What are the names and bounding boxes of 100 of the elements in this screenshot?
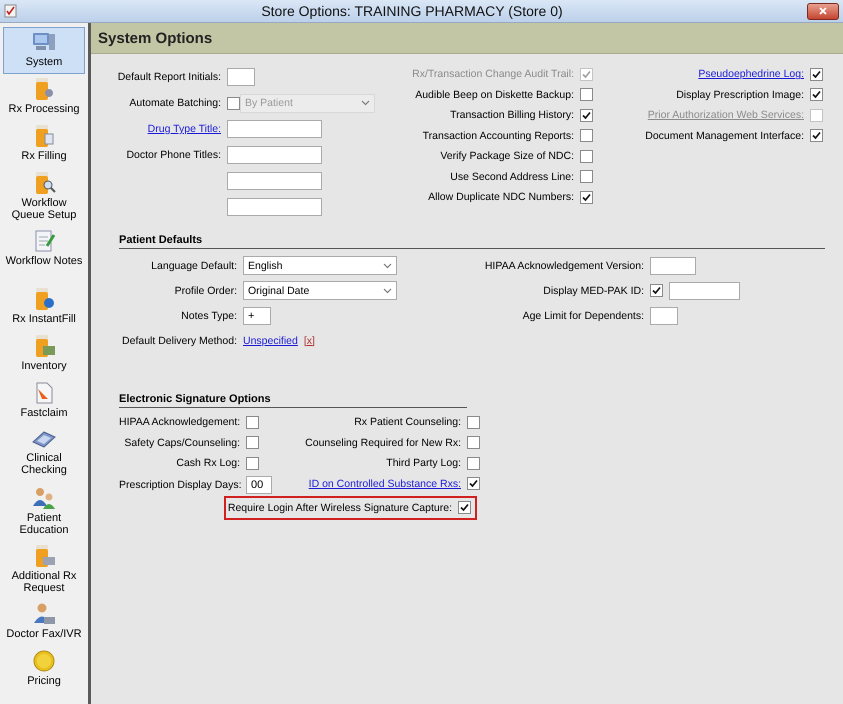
- sidebar-label: Pricing: [27, 675, 61, 687]
- clear-link[interactable]: [x]: [304, 334, 315, 346]
- checkbox[interactable]: [246, 456, 259, 470]
- text-field[interactable]: [227, 198, 322, 216]
- checkbox-label: Safety Caps/Counseling:: [123, 436, 241, 449]
- text-field[interactable]: [650, 256, 696, 274]
- checkbox-label: Rx/Transaction Change Audit Trail:: [411, 68, 575, 80]
- field-label: Automate Batching:: [128, 97, 222, 109]
- text-field[interactable]: [650, 306, 678, 324]
- field-label: Notes Type:: [180, 310, 238, 322]
- checkbox[interactable]: [810, 129, 823, 142]
- sidebar-item[interactable]: Rx Filling: [3, 121, 85, 168]
- section-heading: Electronic Signature Options: [119, 393, 271, 405]
- close-icon: [819, 7, 827, 15]
- sidebar-item[interactable]: Workflow Queue Setup: [3, 168, 85, 226]
- sidebar-label: Clinical Checking: [20, 452, 68, 476]
- field-label: Default Report Initials:: [116, 71, 222, 83]
- sidebar-item[interactable]: Doctor Fax/IVR: [3, 599, 85, 646]
- checkbox[interactable]: [227, 96, 240, 110]
- checkbox-label: Document Management Interface:: [644, 130, 805, 142]
- field-label: Prescription Display Days:: [119, 478, 243, 490]
- checkbox-label: Display Prescription Image:: [675, 88, 805, 101]
- checkbox[interactable]: [467, 416, 480, 429]
- section-title: System Options: [98, 30, 212, 46]
- checkbox[interactable]: [580, 170, 593, 184]
- sidebar-label: Rx Filling: [21, 150, 67, 162]
- checkbox-label: Cash Rx Log:: [175, 457, 241, 470]
- checkbox-label: Transaction Accounting Reports:: [422, 130, 575, 142]
- sidebar-label: System: [26, 56, 62, 68]
- section-heading: Patient Defaults: [119, 234, 202, 246]
- delivery-method-link[interactable]: Unspecified: [243, 334, 298, 346]
- sidebar-label: Workflow Notes: [6, 255, 82, 267]
- checkbox-label: HIPAA Acknowledgement:: [119, 416, 242, 428]
- field-label: Language Default:: [150, 260, 238, 272]
- checkbox-label: Counseling Required for New Rx:: [304, 436, 462, 449]
- sidebar-label: Doctor Fax/IVR: [6, 628, 82, 640]
- sidebar-label: Fastclaim: [20, 407, 68, 419]
- sidebar-item[interactable]: Inventory: [3, 331, 85, 378]
- label-link[interactable]: Drug Type Title:: [91, 123, 227, 135]
- checkbox-label: Require Login After Wireless Signature Capture:: [226, 502, 453, 514]
- checkbox[interactable]: [580, 150, 593, 163]
- caret-icon: [383, 262, 392, 268]
- close-button[interactable]: [807, 2, 839, 20]
- sidebar-item[interactable]: Patient Education: [3, 483, 85, 541]
- sidebar-item[interactable]: Additional Rx Request: [3, 541, 85, 599]
- checkbox[interactable]: [580, 108, 593, 122]
- window-title: Store Options: TRAINING PHARMACY (Store 0): [260, 3, 564, 19]
- checkbox[interactable]: [467, 477, 480, 490]
- sidebar-label: Patient Education: [18, 512, 70, 536]
- sidebar-item[interactable]: Pricing: [3, 646, 85, 693]
- app-icon: [4, 4, 17, 18]
- sidebar-label: Rx InstantFill: [12, 313, 76, 325]
- checkbox[interactable]: [580, 88, 593, 102]
- sidebar-item[interactable]: Clinical Checking: [3, 425, 85, 483]
- sidebar-label: Workflow Queue Setup: [10, 197, 78, 221]
- dropdown[interactable]: Original Date: [243, 281, 397, 300]
- sidebar-label: Inventory: [21, 360, 67, 372]
- checkbox[interactable]: [246, 436, 259, 450]
- sidebar-item[interactable]: Fastclaim: [3, 378, 85, 425]
- field-label: Age Limit for Dependents:: [522, 310, 645, 322]
- field-label: Doctor Phone Titles:: [125, 149, 222, 161]
- sidebar-item[interactable]: Rx Processing: [3, 74, 85, 121]
- checkbox[interactable]: [810, 88, 823, 102]
- text-field[interactable]: [227, 146, 322, 164]
- checkbox[interactable]: [246, 416, 259, 429]
- label-link[interactable]: Pseudoephedrine Log:: [593, 68, 810, 80]
- field-label: Default Delivery Method:: [121, 334, 238, 346]
- sidebar-label: Additional Rx Request: [10, 570, 78, 594]
- checkbox[interactable]: [467, 456, 480, 470]
- sidebar-label: Rx Processing: [8, 103, 80, 115]
- sidebar-item[interactable]: Rx InstantFill: [3, 284, 85, 331]
- checkbox-label: Allow Duplicate NDC Numbers:: [427, 191, 575, 204]
- checkbox-label: Third Party Log:: [385, 457, 462, 470]
- checkbox[interactable]: [580, 129, 593, 142]
- checkbox[interactable]: [810, 68, 823, 81]
- label-link[interactable]: ID on Controlled Substance Rxs:: [272, 478, 467, 490]
- checkbox[interactable]: [650, 284, 663, 297]
- checkbox[interactable]: [458, 501, 471, 514]
- people-icon: [31, 486, 57, 510]
- checkbox[interactable]: [467, 436, 480, 450]
- text-field[interactable]: [227, 68, 255, 86]
- sidebar-item[interactable]: Workflow Notes: [3, 226, 85, 284]
- coin-icon: [32, 649, 56, 673]
- field-label: Profile Order:: [174, 284, 238, 296]
- dropdown[interactable]: English: [243, 256, 397, 275]
- caret-icon: [361, 100, 370, 106]
- text-field[interactable]: +: [243, 306, 271, 324]
- text-field[interactable]: [227, 120, 322, 138]
- checkbox-label: Use Second Address Line:: [449, 170, 575, 183]
- sidebar-item[interactable]: System: [3, 27, 85, 74]
- field-label: Display MED-PAK ID:: [542, 284, 645, 296]
- checkbox-label: Verify Package Size of NDC:: [439, 150, 575, 162]
- text-field[interactable]: [227, 172, 322, 190]
- field-label: HIPAA Acknowledgement Version:: [484, 260, 645, 272]
- checkbox-label: Transaction Billing History:: [449, 109, 575, 122]
- text-field[interactable]: 00: [246, 476, 272, 494]
- checkbox-label: Audible Beep on Diskette Backup:: [414, 88, 575, 101]
- checkbox[interactable]: [580, 190, 593, 204]
- caret-icon: [383, 288, 392, 294]
- text-field[interactable]: [669, 282, 740, 300]
